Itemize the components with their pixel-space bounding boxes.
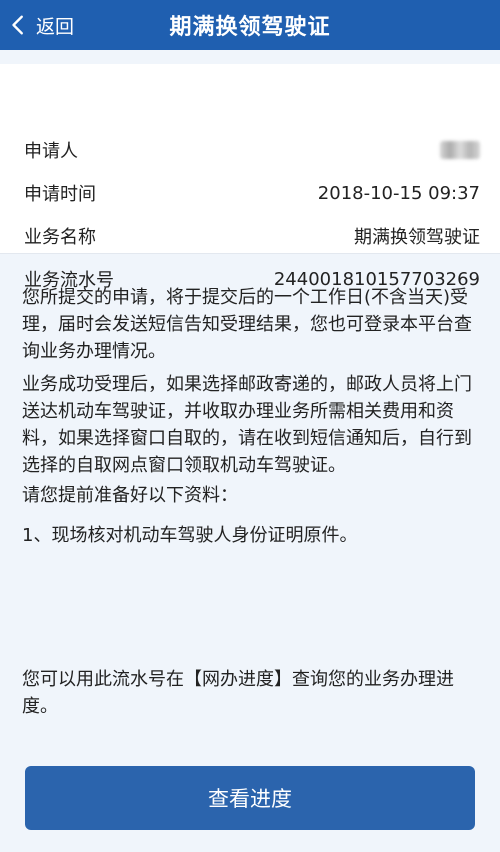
application-info-panel: 申请人 申请时间 2018-10-15 09:37 业务名称 期满换领驾驶证 业… — [0, 64, 500, 291]
notice-paragraph-1: 您所提交的申请，将于提交后的一个工作日(不含当天)受理，届时会发送短信告知受理结… — [22, 287, 472, 362]
view-progress-label[interactable]: 查看进度 — [208, 783, 292, 813]
info-row-business: 业务名称 期满换领驾驶证 — [24, 222, 480, 250]
required-item-1: 1、现场核对机动车驾驶人身份证明原件。 — [22, 525, 358, 546]
info-row-time: 申请时间 2018-10-15 09:37 — [24, 179, 480, 207]
apply-time-value: 2018-10-15 09:37 — [317, 182, 480, 204]
info-row-applicant: 申请人 — [24, 136, 480, 164]
page-title: 期满换领驾驶证 — [169, 15, 331, 40]
notice-paragraph-2: 业务成功受理后，如果选择邮政寄递的，邮政人员将上门送达机动车驾驶证，并收取办理业… — [22, 374, 472, 476]
applicant-name-redacted — [440, 141, 480, 159]
business-name-label: 业务名称 — [24, 227, 96, 248]
notice-paragraph-3: 请您提前准备好以下资料： — [22, 485, 238, 506]
apply-time-label: 申请时间 — [24, 184, 96, 205]
applicant-label: 申请人 — [24, 141, 78, 162]
view-progress-button[interactable]: 查看进度 — [25, 766, 475, 830]
header-bar: 返回 期满换领驾驶证 — [0, 0, 500, 50]
notice-paragraph-4: 您可以用此流水号在【网办进度】查询您的业务办理进度。 — [22, 669, 454, 717]
business-name-value: 期满换领驾驶证 — [354, 227, 480, 248]
